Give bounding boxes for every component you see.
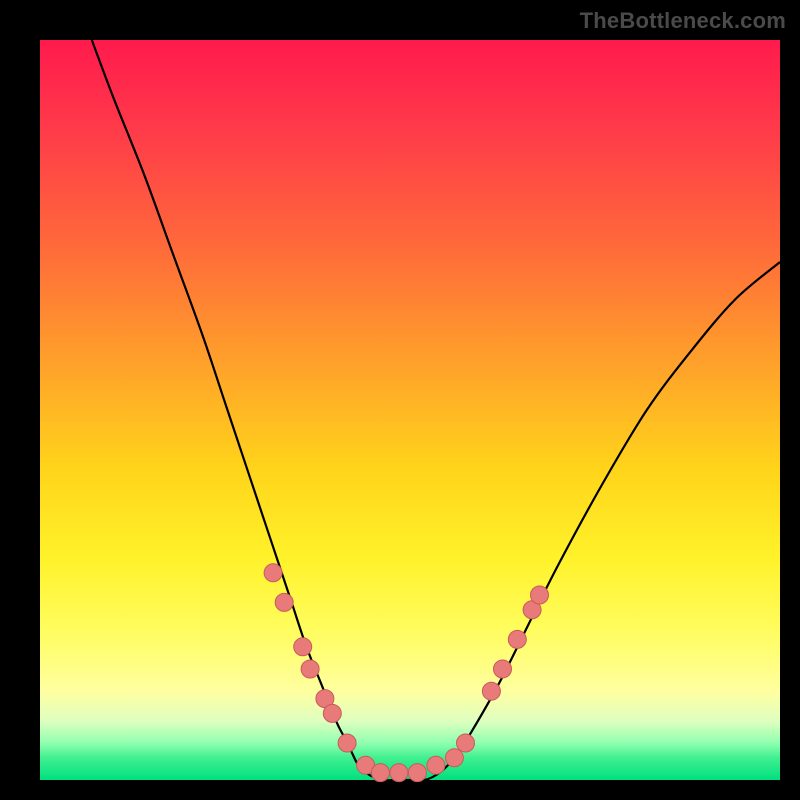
data-marker <box>457 734 475 752</box>
chart-frame: TheBottleneck.com <box>0 0 800 800</box>
data-marker <box>323 704 341 722</box>
data-marker <box>264 564 282 582</box>
data-marker <box>427 756 445 774</box>
data-marker <box>390 764 408 782</box>
data-marker <box>338 734 356 752</box>
watermark-text: TheBottleneck.com <box>580 8 786 34</box>
data-marker <box>408 764 426 782</box>
data-marker <box>275 593 293 611</box>
data-marker <box>508 630 526 648</box>
data-marker <box>494 660 512 678</box>
data-marker <box>531 586 549 604</box>
data-marker <box>301 660 319 678</box>
data-marker <box>371 764 389 782</box>
markers-group <box>264 564 548 782</box>
chart-svg <box>40 40 780 780</box>
data-marker <box>445 749 463 767</box>
bottleneck-curve <box>92 40 780 781</box>
data-marker <box>482 682 500 700</box>
data-marker <box>294 638 312 656</box>
